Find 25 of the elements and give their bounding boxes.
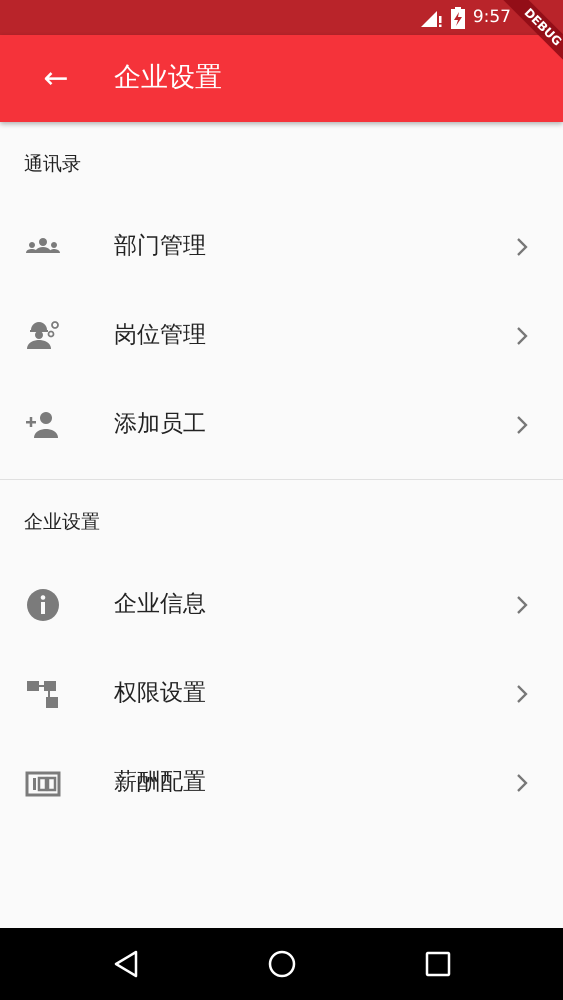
chevron-icon: [515, 772, 529, 792]
menu-item[interactable]: 添加员工: [0, 380, 563, 469]
chevron-icon: [515, 684, 529, 704]
menu-item[interactable]: 岗位管理: [0, 291, 563, 380]
chevron-icon: [515, 414, 529, 434]
menu-item[interactable]: 权限设置: [0, 649, 563, 738]
chevron-icon: [515, 326, 529, 346]
section-header: 通讯录: [23, 152, 82, 177]
status-time: 9:57: [472, 6, 511, 29]
menu-item[interactable]: 薪酬配置: [0, 738, 563, 827]
page-title: 企业设置: [114, 61, 222, 96]
menu-item[interactable]: 部门管理: [0, 202, 563, 291]
menu-item[interactable]: 企业信息: [0, 560, 563, 649]
battery-icon: [450, 6, 465, 28]
counter-icon: [24, 768, 62, 796]
chevron-icon: [515, 236, 529, 256]
chevron-icon: [515, 594, 529, 614]
group-icon: [24, 238, 62, 255]
back-nav-icon[interactable]: [112, 950, 138, 978]
signal-icon: [420, 8, 443, 26]
worker-gear-icon: [24, 320, 62, 351]
section-header: 企业设置: [23, 510, 101, 535]
recents-nav-icon[interactable]: [424, 951, 450, 977]
home-nav-icon[interactable]: [268, 950, 296, 978]
back-button[interactable]: ←: [0, 62, 90, 94]
